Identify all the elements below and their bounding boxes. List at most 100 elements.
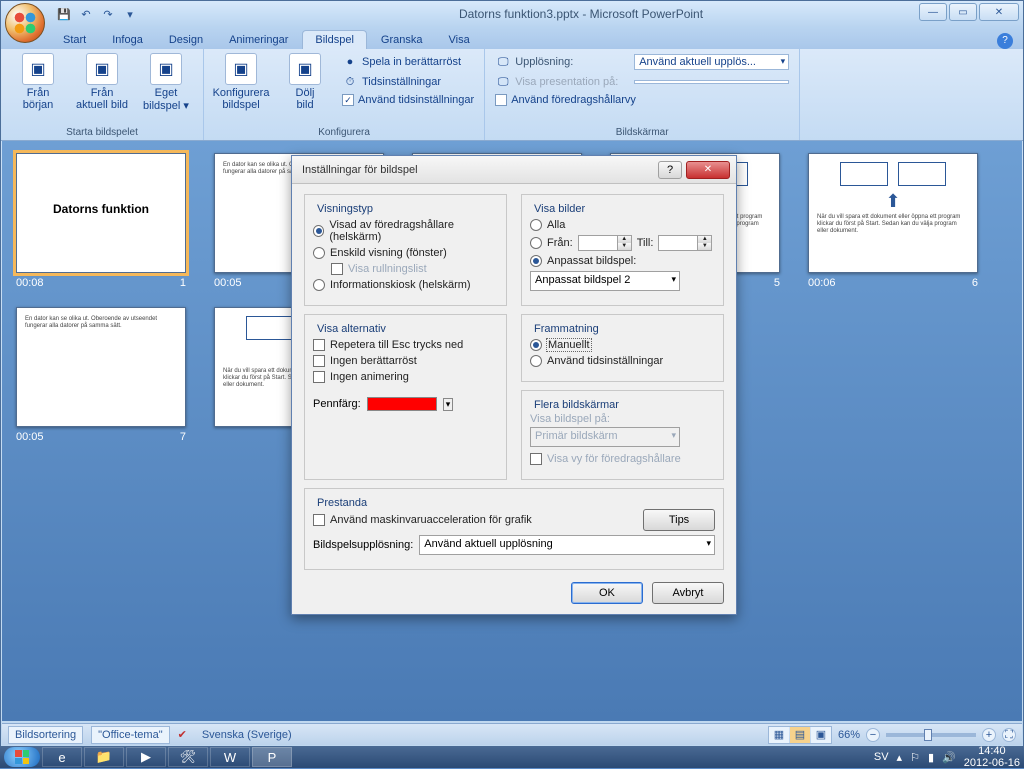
zoom-fit-button[interactable]: ⛶ [1002,728,1016,742]
check-hw-accel[interactable]: Använd maskinvaruacceleration för grafik [313,514,532,526]
tips-button[interactable]: Tips [643,509,715,531]
check-presenter-view: Visa vy för föredragshållare [530,453,715,465]
tab-granska[interactable]: Granska [369,31,435,49]
radio-individual[interactable]: Enskild visning (fönster) [313,247,498,259]
window-title: Datorns funktion3.pptx - Microsoft Power… [139,7,1023,21]
fieldset-frammatning: Frammatning Manuellt Använd tidsinställn… [521,314,724,382]
close-button[interactable]: ✕ [979,3,1019,21]
minimize-button[interactable]: — [919,3,947,21]
group-start-slideshow: ▣Frånbörjan▣Frånaktuell bild▣Egetbildspe… [1,49,204,140]
tray-clock[interactable]: 14:40 2012-06-16 [964,745,1020,769]
ribbon-btn[interactable]: ▣Frånbörjan [9,53,67,111]
dialog-help-button[interactable]: ? [658,161,682,179]
status-language[interactable]: Svenska (Sverige) [195,726,299,744]
quick-access-toolbar: 💾 ↶ ↷ ▾ [55,5,139,23]
sorter-view-icon[interactable]: ▤ [790,727,810,743]
group-monitors: 🖵Upplösning:Använd aktuell upplös... 🖵Vis… [485,49,800,140]
monitor-combo: Primär bildskärm [530,427,680,447]
save-icon[interactable]: 💾 [55,5,73,23]
pen-color-dropdown[interactable]: ▾ [443,398,454,411]
to-input[interactable] [658,235,698,251]
zoom-out-button[interactable]: − [866,728,880,742]
zoom-slider[interactable] [886,733,976,737]
ribbon-small-row[interactable]: ●Spela in berättarröst [340,53,476,71]
fieldset-flera-bildskarmar: Flera bildskärmar Visa bildspel på: Prim… [521,390,724,480]
check-no-animation[interactable]: Ingen animering [313,371,498,383]
check-no-narration[interactable]: Ingen berättarröst [313,355,498,367]
radio-use-timings[interactable]: Använd tidsinställningar [530,355,715,367]
tray-chevron-icon[interactable]: ▴ [897,751,903,764]
from-input[interactable] [578,235,618,251]
slideshow-settings-dialog: Inställningar för bildspel ? ✕ Visningst… [291,155,737,615]
radio-kiosk[interactable]: Informationskiosk (helskärm) [313,279,498,291]
undo-icon[interactable]: ↶ [77,5,95,23]
slide-thumb[interactable]: Datorns funktion00:081 [16,153,186,289]
titlebar: 💾 ↶ ↷ ▾ Datorns funktion3.pptx - Microso… [1,1,1023,27]
tray-volume-icon[interactable]: 🔊 [942,751,956,764]
maximize-button[interactable]: ▭ [949,3,977,21]
tab-start[interactable]: Start [51,31,98,49]
help-icon[interactable]: ? [997,33,1013,49]
slideshow-view-icon[interactable]: ▣ [811,727,831,743]
tray-network-icon[interactable]: ▮ [928,751,934,764]
ribbon-monitor-row[interactable]: 🖵Upplösning:Använd aktuell upplös... [493,53,791,71]
radio-presenter[interactable]: Visad av föredragshållare (helskärm) [313,219,498,243]
check-scrollbar: Visa rullningslist [331,263,498,275]
ribbon-small-row[interactable]: ✓Använd tidsinställningar [340,93,476,107]
status-view-mode[interactable]: Bildsortering [8,726,83,744]
slide-thumb[interactable]: ⬆När du vill spara ett dokument eller öp… [808,153,978,289]
statusbar: Bildsortering "Office-tema" ✔ Svenska (S… [2,723,1022,745]
tab-visa[interactable]: Visa [437,31,482,49]
radio-from-to[interactable]: Från: ▲▼ Till: ▲▼ [530,235,715,251]
task-powerpoint-icon[interactable]: P [252,747,292,767]
tab-animeringar[interactable]: Animeringar [217,31,300,49]
ribbon: ▣Frånbörjan▣Frånaktuell bild▣Egetbildspe… [1,49,1023,141]
ribbon-btn[interactable]: ▣Egetbildspel ▾ [137,53,195,112]
group-configure: ▣Konfigurerabildspel▣Döljbild ●Spela in … [204,49,485,140]
zoom-value[interactable]: 66% [838,729,860,741]
radio-manual[interactable]: Manuellt [530,339,715,351]
ribbon-combo [634,80,789,84]
radio-custom-show[interactable]: Anpassat bildspel: [530,255,715,267]
status-theme[interactable]: "Office-tema" [91,726,169,744]
ribbon-btn[interactable]: ▣Frånaktuell bild [73,53,131,111]
redo-icon[interactable]: ↷ [99,5,117,23]
ribbon-btn[interactable]: ▣Döljbild [276,53,334,111]
start-button[interactable] [4,747,40,767]
zoom-in-button[interactable]: + [982,728,996,742]
fieldset-visa-bilder: Visa bilder Alla Från: ▲▼ Till: ▲▼ Anpas… [521,194,724,306]
qat-customize-icon[interactable]: ▾ [121,5,139,23]
fieldset-prestanda: Prestanda Använd maskinvaruacceleration … [304,488,724,570]
ribbon-monitor-row: 🖵Visa presentation på: [493,73,791,91]
tab-design[interactable]: Design [157,31,215,49]
fieldset-visningstyp: Visningstyp Visad av föredragshållare (h… [304,194,507,306]
slide-thumb[interactable]: En dator kan se olika ut. Oberoende av u… [16,307,186,443]
ribbon-monitor-row[interactable]: Använd föredragshållarvy [493,93,791,107]
ribbon-small-row[interactable]: ⏱Tidsinställningar [340,73,476,91]
fieldset-visa-alternativ: Visa alternativ Repetera till Esc trycks… [304,314,507,480]
dialog-titlebar[interactable]: Inställningar för bildspel ? ✕ [292,156,736,184]
custom-show-combo[interactable]: Anpassat bildspel 2 [530,271,680,291]
task-word-icon[interactable]: W [210,747,250,767]
dialog-close-button[interactable]: ✕ [686,161,730,179]
task-ie-icon[interactable]: e [42,747,82,767]
tab-infoga[interactable]: Infoga [100,31,155,49]
check-loop-esc[interactable]: Repetera till Esc trycks ned [313,339,498,351]
normal-view-icon[interactable]: ▦ [769,727,789,743]
resolution-combo[interactable]: Använd aktuell upplösning [419,535,715,555]
radio-all[interactable]: Alla [530,219,715,231]
spell-check-icon[interactable]: ✔ [178,728,187,741]
office-button[interactable] [5,3,45,43]
ok-button[interactable]: OK [571,582,643,604]
tray-flag-icon[interactable]: ⚐ [910,751,920,764]
task-app1-icon[interactable]: 🛠 [168,747,208,767]
pen-color-swatch[interactable] [367,397,437,411]
tray-lang[interactable]: SV [874,751,889,763]
ribbon-combo[interactable]: Använd aktuell upplös... [634,54,789,70]
taskbar: e 📁 ▶ 🛠 W P SV ▴ ⚐ ▮ 🔊 14:40 2012-06-16 [0,746,1024,768]
ribbon-btn[interactable]: ▣Konfigurerabildspel [212,53,270,111]
tab-bildspel[interactable]: Bildspel [302,30,367,49]
task-explorer-icon[interactable]: 📁 [84,747,124,767]
task-media-icon[interactable]: ▶ [126,747,166,767]
cancel-button[interactable]: Avbryt [652,582,724,604]
